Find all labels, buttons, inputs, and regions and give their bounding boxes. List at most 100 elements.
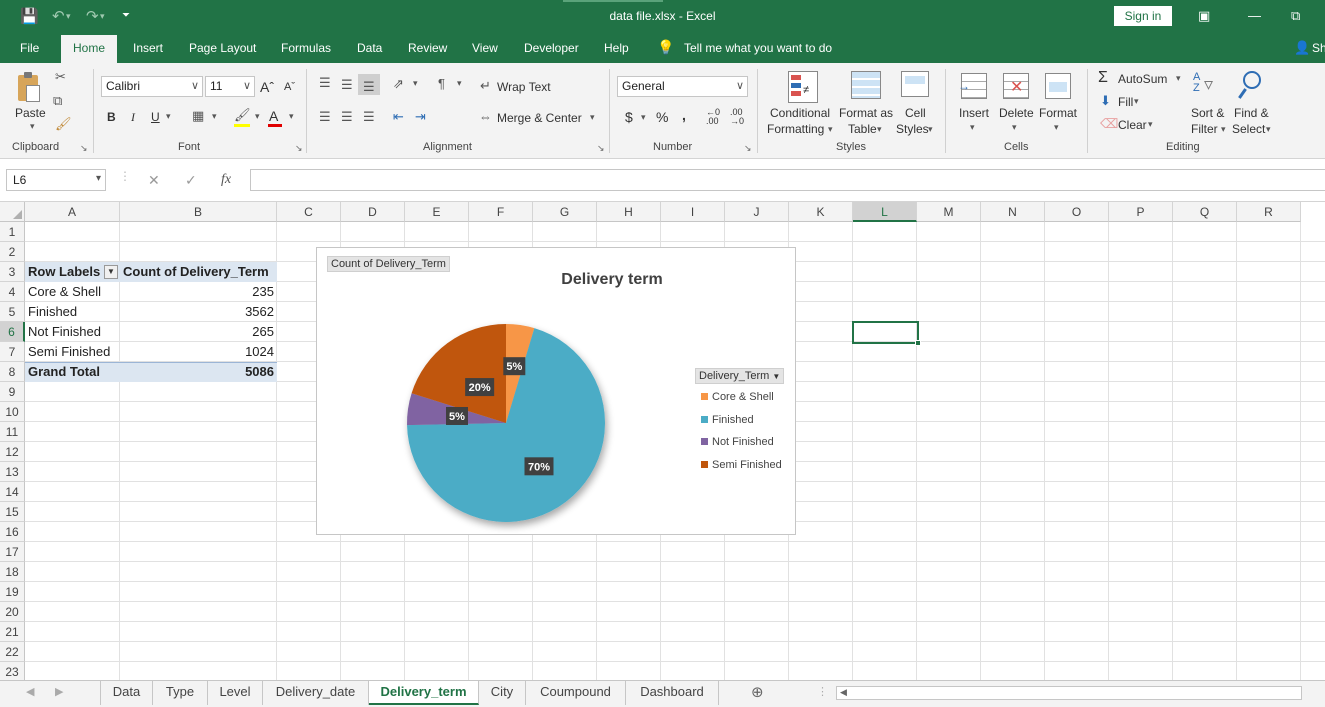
data-label[interactable]: 5% bbox=[506, 361, 522, 373]
autosum-dropdown-icon[interactable]: ▾ bbox=[1176, 73, 1181, 84]
increase-indent-icon[interactable]: ⇥ bbox=[415, 109, 426, 125]
column-header-o[interactable]: O bbox=[1045, 202, 1109, 222]
sheet-tab-type[interactable]: Type bbox=[153, 681, 208, 705]
paragraph-dropdown-icon[interactable]: ▾ bbox=[457, 78, 462, 89]
column-header-k[interactable]: K bbox=[789, 202, 853, 222]
format-as-table-button[interactable]: Format as bbox=[839, 106, 893, 120]
find-select-button[interactable]: Find & bbox=[1234, 106, 1269, 120]
insert-cells-icon[interactable]: → bbox=[958, 73, 987, 99]
paste-dropdown-icon[interactable]: ▾ bbox=[30, 121, 35, 132]
underline-dropdown-icon[interactable]: ▾ bbox=[166, 111, 171, 122]
format-as-table-icon[interactable] bbox=[851, 71, 881, 99]
insert-button[interactable]: Insert bbox=[959, 106, 989, 120]
row-header-6[interactable]: 6 bbox=[0, 322, 25, 342]
format-painter-icon[interactable]: 🖌 bbox=[55, 116, 72, 132]
sheet-tab-level[interactable]: Level bbox=[208, 681, 263, 705]
pivot-row-value[interactable]: 265 bbox=[120, 322, 277, 342]
decrease-font-icon[interactable]: Aˇ bbox=[284, 81, 295, 93]
data-label[interactable]: 70% bbox=[528, 461, 550, 473]
tab-help[interactable]: Help bbox=[604, 41, 629, 55]
alignment-launcher-icon[interactable]: ↘ bbox=[597, 143, 605, 154]
increase-font-icon[interactable]: Aˆ bbox=[260, 79, 274, 95]
underline-button[interactable]: U bbox=[151, 110, 160, 124]
row-header-16[interactable]: 16 bbox=[0, 522, 25, 542]
insert-function-button[interactable]: fx bbox=[221, 172, 231, 188]
row-header-10[interactable]: 10 bbox=[0, 402, 25, 422]
align-right-icon[interactable]: ☰ bbox=[363, 109, 375, 125]
tab-split-grip-icon[interactable]: ⋮ bbox=[817, 685, 828, 698]
row-header-15[interactable]: 15 bbox=[0, 502, 25, 522]
sheet-tab-delivery-term[interactable]: Delivery_term bbox=[369, 681, 479, 705]
copy-icon[interactable]: ⧉ bbox=[53, 93, 62, 109]
paragraph-icon[interactable]: ¶ bbox=[438, 76, 445, 91]
row-header-7[interactable]: 7 bbox=[0, 342, 25, 362]
format-button[interactable]: Format bbox=[1039, 106, 1077, 120]
increase-decimal-icon[interactable]: ←0.00 bbox=[706, 108, 720, 126]
row-header-2[interactable]: 2 bbox=[0, 242, 25, 262]
tab-view[interactable]: View bbox=[472, 41, 498, 55]
next-sheet-icon[interactable]: ▶ bbox=[55, 685, 63, 698]
cut-icon[interactable]: ✂ bbox=[55, 69, 66, 85]
pivot-row-label[interactable]: Core & Shell bbox=[25, 282, 104, 302]
tab-review[interactable]: Review bbox=[408, 41, 447, 55]
paste-icon[interactable] bbox=[16, 71, 42, 103]
orientation-icon[interactable]: ⇗ bbox=[393, 76, 404, 92]
format-cells-icon[interactable] bbox=[1045, 73, 1071, 99]
italic-button[interactable]: I bbox=[131, 110, 135, 125]
active-cell-selection[interactable] bbox=[852, 321, 921, 346]
legend-entry[interactable]: Finished bbox=[701, 414, 754, 426]
conditional-formatting-icon[interactable]: ≠ bbox=[788, 71, 818, 103]
tab-data[interactable]: Data bbox=[357, 41, 382, 55]
sort-filter-icon[interactable]: AZ ▿ bbox=[1193, 72, 1223, 102]
sort-dropdown-icon[interactable]: ▾ bbox=[1221, 124, 1226, 135]
restore-icon[interactable]: ⧉ bbox=[1291, 8, 1300, 24]
row-header-22[interactable]: 22 bbox=[0, 642, 25, 662]
align-bottom-icon[interactable]: ☰ bbox=[363, 79, 375, 95]
row-header-20[interactable]: 20 bbox=[0, 602, 25, 622]
fill-color-dropdown-icon[interactable]: ▾ bbox=[255, 111, 260, 122]
font-color-dropdown-icon[interactable]: ▾ bbox=[289, 111, 294, 122]
format-dropdown-icon[interactable]: ▾ bbox=[1054, 122, 1059, 133]
decrease-decimal-icon[interactable]: .00 →0 bbox=[730, 108, 744, 126]
orientation-dropdown-icon[interactable]: ▾ bbox=[413, 78, 418, 89]
find-dropdown-icon[interactable]: ▾ bbox=[1266, 124, 1271, 135]
sign-in-button[interactable]: Sign in bbox=[1114, 6, 1172, 26]
data-label[interactable]: 5% bbox=[449, 411, 465, 423]
tab-page-layout[interactable]: Page Layout bbox=[189, 41, 256, 55]
clear-icon[interactable]: ⌫ bbox=[1100, 116, 1118, 132]
column-header-b[interactable]: B bbox=[120, 202, 277, 222]
pivot-row-value[interactable]: 235 bbox=[120, 282, 277, 302]
column-header-h[interactable]: H bbox=[597, 202, 661, 222]
fill-dropdown-icon[interactable]: ▾ bbox=[1134, 96, 1139, 107]
pivot-row-label[interactable]: Finished bbox=[25, 302, 80, 322]
tab-developer[interactable]: Developer bbox=[524, 41, 579, 55]
pivot-row-value[interactable]: 1024 bbox=[120, 342, 277, 362]
pivot-row-labels-header[interactable]: Row Labels bbox=[25, 262, 103, 282]
align-left-icon[interactable]: ☰ bbox=[319, 109, 331, 125]
format-table-dropdown-icon[interactable]: ▾ bbox=[877, 124, 882, 135]
merge-dropdown-icon[interactable]: ▾ bbox=[590, 112, 595, 123]
row-header-19[interactable]: 19 bbox=[0, 582, 25, 602]
borders-dropdown-icon[interactable]: ▾ bbox=[212, 111, 217, 122]
tab-insert[interactable]: Insert bbox=[133, 41, 163, 55]
decrease-indent-icon[interactable]: ⇤ bbox=[393, 109, 404, 125]
number-launcher-icon[interactable]: ↘ bbox=[744, 143, 752, 154]
row-header-9[interactable]: 9 bbox=[0, 382, 25, 402]
font-name-select[interactable]: Calibri ∨ bbox=[101, 76, 203, 97]
formula-input[interactable] bbox=[250, 169, 1325, 191]
autosum-button[interactable]: AutoSum bbox=[1118, 72, 1167, 86]
share-button[interactable]: Sh bbox=[1312, 41, 1325, 55]
column-header-j[interactable]: J bbox=[725, 202, 789, 222]
align-center-icon[interactable]: ☰ bbox=[341, 109, 353, 125]
row-header-13[interactable]: 13 bbox=[0, 462, 25, 482]
column-header-d[interactable]: D bbox=[341, 202, 405, 222]
conditional-dropdown-icon[interactable]: ▾ bbox=[828, 124, 833, 135]
horizontal-scrollbar[interactable]: ◀ bbox=[836, 686, 1302, 700]
column-header-f[interactable]: F bbox=[469, 202, 533, 222]
column-header-m[interactable]: M bbox=[917, 202, 981, 222]
cancel-icon[interactable]: ✕ bbox=[148, 172, 160, 189]
row-header-11[interactable]: 11 bbox=[0, 422, 25, 442]
delete-dropdown-icon[interactable]: ▾ bbox=[1012, 122, 1017, 133]
scroll-left-icon[interactable]: ◀ bbox=[840, 687, 847, 698]
sheet-tab-dashboard[interactable]: Dashboard bbox=[626, 681, 719, 705]
